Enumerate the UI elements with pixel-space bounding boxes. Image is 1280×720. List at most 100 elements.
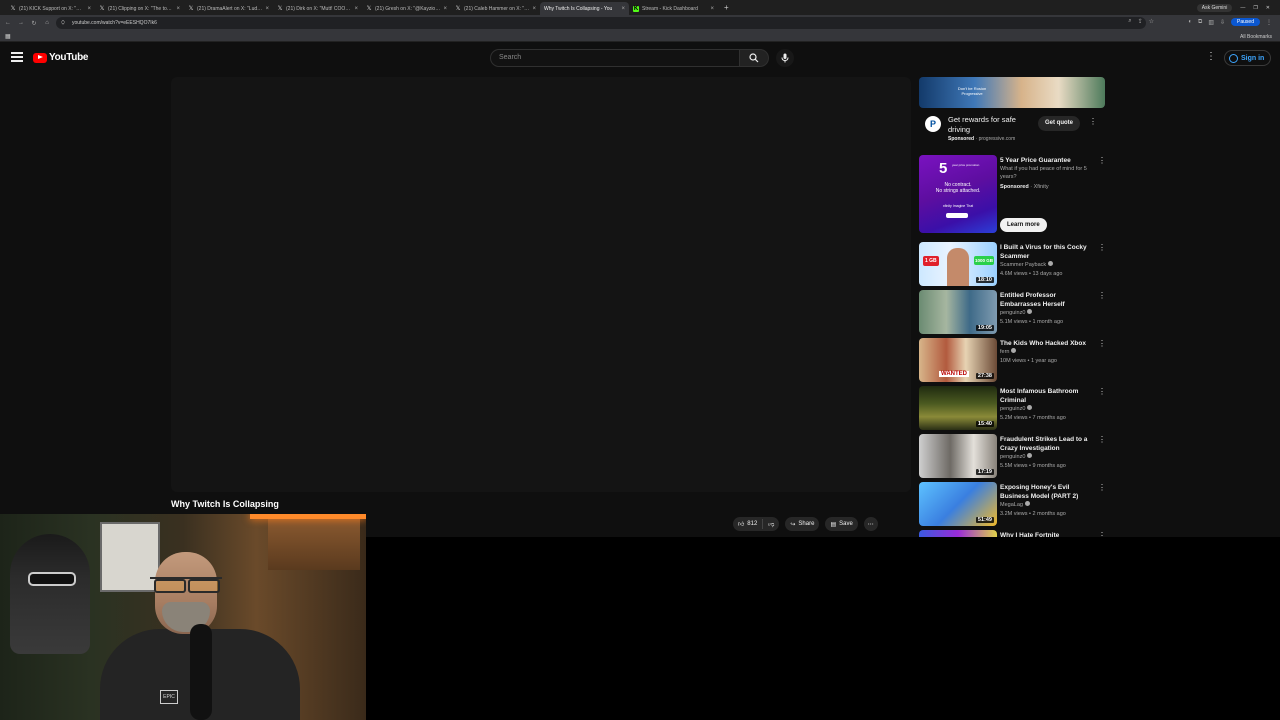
- reload-icon[interactable]: ↻: [29, 20, 39, 27]
- video-thumbnail[interactable]: 19:05: [919, 290, 997, 334]
- video-options-icon[interactable]: ⋮: [1098, 435, 1106, 444]
- upload-age: 1 year ago: [1030, 358, 1057, 364]
- recommended-video[interactable]: 1 GB 1000 GB 18:10 I Built a Virus for this…: [918, 242, 1106, 288]
- promo-title[interactable]: 5 Year Price Guarantee: [1000, 157, 1092, 165]
- video-options-icon[interactable]: ⋮: [1098, 339, 1106, 348]
- maximize-icon[interactable]: ❐: [1253, 5, 1257, 11]
- close-tab-icon[interactable]: ×: [87, 6, 91, 12]
- promo-thumbnail[interactable]: 5 year price promotion No contract. No s…: [919, 155, 997, 233]
- like-button[interactable]: 👍︎ 812: [733, 519, 764, 529]
- video-title-link[interactable]: I Built a Virus for this Cocky Scammer: [1000, 243, 1092, 261]
- promo-options-icon[interactable]: ⋮: [1098, 156, 1106, 165]
- browser-tab[interactable]: 𝕏 (21) Caleb Hammer on X: "Twit ×: [451, 2, 540, 15]
- close-tab-icon[interactable]: ×: [265, 6, 269, 12]
- ad-sponsored-label: Sponsored: [948, 136, 975, 142]
- video-options-icon[interactable]: ⋮: [1098, 243, 1106, 252]
- back-icon[interactable]: ←: [3, 20, 13, 26]
- video-thumbnail[interactable]: [919, 530, 997, 537]
- video-thumbnail[interactable]: 15:40: [919, 386, 997, 430]
- learn-more-button[interactable]: Learn more: [1000, 218, 1047, 232]
- channel-name[interactable]: penguinz0: [1000, 453, 1033, 460]
- video-title-link[interactable]: Most Infamous Bathroom Criminal: [1000, 387, 1092, 405]
- video-title-link[interactable]: Exposing Honey's Evil Business Model (PA…: [1000, 483, 1092, 501]
- browser-tab[interactable]: 𝕏 (21) Clipping on X: "The top 10 ×: [95, 2, 184, 15]
- ask-gemini-button[interactable]: Ask Gemini: [1196, 3, 1233, 12]
- forward-icon[interactable]: →: [16, 20, 26, 26]
- ad-card[interactable]: Don't be Rosion Progressive P Get reward…: [918, 77, 1106, 147]
- recommended-video[interactable]: WANTED 27:38 The Kids Who Hacked Xbox fern 1…: [918, 338, 1106, 384]
- video-thumbnail[interactable]: 17:19: [919, 434, 997, 478]
- video-thumbnail[interactable]: WANTED 27:38: [919, 338, 997, 382]
- home-icon[interactable]: ⌂: [42, 20, 52, 26]
- share-button[interactable]: ↪ Share: [785, 517, 820, 531]
- video-player[interactable]: [171, 77, 911, 492]
- get-quote-button[interactable]: Get quote: [1038, 116, 1080, 131]
- profile-paused-button[interactable]: Paused: [1231, 18, 1260, 26]
- minimize-icon[interactable]: —: [1240, 5, 1245, 11]
- search-input[interactable]: Search: [490, 49, 740, 67]
- close-tab-icon[interactable]: ×: [443, 6, 447, 12]
- extensions-puzzle-icon[interactable]: ⧉: [1198, 19, 1202, 26]
- recommended-video[interactable]: 17:19 Fraudulent Strikes Lead to a Crazy …: [918, 434, 1106, 480]
- close-window-icon[interactable]: ✕: [1266, 5, 1270, 11]
- recommended-video[interactable]: 51:49 Exposing Honey's Evil Business Mode…: [918, 482, 1106, 528]
- channel-name[interactable]: MegaLag: [1000, 501, 1030, 508]
- sign-in-button[interactable]: Sign in: [1224, 50, 1272, 66]
- video-thumbnail[interactable]: 1 GB 1000 GB 18:10: [919, 242, 997, 286]
- close-tab-icon[interactable]: ×: [710, 6, 714, 12]
- all-bookmarks-link[interactable]: All Bookmarks: [1240, 34, 1272, 40]
- close-tab-icon[interactable]: ×: [354, 6, 358, 12]
- close-tab-icon[interactable]: ×: [621, 6, 625, 12]
- promoted-video-card[interactable]: 5 year price promotion No contract. No s…: [918, 155, 1106, 235]
- ad-options-icon[interactable]: ⋮: [1089, 117, 1097, 126]
- video-title-link[interactable]: Entitled Professor Embarrasses Herself: [1000, 291, 1092, 309]
- site-info-icon[interactable]: ⛭: [61, 17, 65, 29]
- close-tab-icon[interactable]: ×: [176, 6, 180, 12]
- close-tab-icon[interactable]: ×: [532, 6, 536, 12]
- side-panel-icon[interactable]: ▥: [1208, 19, 1214, 26]
- extension-icon[interactable]: ◐: [1188, 19, 1192, 25]
- video-thumbnail[interactable]: 51:49: [919, 482, 997, 526]
- channel-name[interactable]: fern: [1000, 348, 1017, 355]
- browser-tab[interactable]: 𝕏 (21) Gresh on X: "@Kayzio_ Ch ×: [362, 2, 451, 15]
- browser-menu-icon[interactable]: ⋮: [1266, 19, 1272, 26]
- ad-title[interactable]: Get rewards for safe driving: [948, 115, 1030, 134]
- tab-title: (21) Dirk on X: "Mutt! COOKS: [286, 5, 352, 12]
- share-page-icon[interactable]: ⇪: [1138, 18, 1143, 25]
- video-options-icon[interactable]: ⋮: [1098, 483, 1106, 492]
- more-options-icon[interactable]: ⋮: [1206, 51, 1216, 62]
- url-bar[interactable]: ⛭ youtube.com/watch?v=eEESHQO7Ik6: [56, 17, 1146, 29]
- video-options-icon[interactable]: ⋮: [1098, 291, 1106, 300]
- menu-icon[interactable]: [11, 52, 23, 62]
- more-actions-button[interactable]: ⋯: [863, 517, 878, 531]
- channel-name[interactable]: penguinz0: [1000, 309, 1033, 316]
- youtube-logo[interactable]: YouTube: [33, 52, 89, 63]
- video-options-icon[interactable]: ⋮: [1098, 531, 1106, 537]
- channel-name[interactable]: Scammer Payback: [1000, 261, 1054, 268]
- bookmark-star-icon[interactable]: ☆: [1149, 18, 1154, 25]
- save-button[interactable]: ▤ Save: [825, 517, 858, 531]
- channel-name[interactable]: penguinz0: [1000, 405, 1033, 412]
- tab-title: (21) Gresh on X: "@Kayzio_ Ch: [375, 5, 441, 12]
- browser-tab[interactable]: Why Twitch Is Collapsing - You ×: [540, 2, 629, 15]
- voice-search-button[interactable]: [776, 49, 794, 67]
- zoom-icon[interactable]: ⌕: [1128, 18, 1131, 25]
- browser-tab[interactable]: 𝕏 (21) KICK Support on X: "@anc ×: [6, 2, 95, 15]
- browser-tab[interactable]: 𝕏 (21) Dirk on X: "Mutt! COOKS ×: [273, 2, 362, 15]
- dislike-button[interactable]: 👎︎: [763, 520, 779, 528]
- recommended-video[interactable]: 19:05 Entitled Professor Embarrasses Hers…: [918, 290, 1106, 336]
- search-button[interactable]: [740, 49, 769, 67]
- browser-tab[interactable]: 𝕏 (21) DramaAlert on X: "Ludwig ×: [184, 2, 273, 15]
- recommended-video[interactable]: 15:40 Most Infamous Bathroom Criminal peng…: [918, 386, 1106, 432]
- promo-description: What if you had peace of mind for 5 year…: [1000, 166, 1087, 180]
- browser-tab[interactable]: K Stream - Kick Dashboard ×: [629, 2, 718, 15]
- video-title-link[interactable]: The Kids Who Hacked Xbox: [1000, 339, 1092, 348]
- new-tab-button[interactable]: +: [724, 3, 729, 12]
- download-icon[interactable]: ⇩: [1220, 19, 1225, 26]
- video-title-link[interactable]: Why I Hate Fortnite: [1000, 531, 1092, 537]
- apps-grid-icon[interactable]: ▦: [5, 33, 11, 40]
- video-title-link[interactable]: Fraudulent Strikes Lead to a Crazy Inves…: [1000, 435, 1092, 453]
- ad-banner-image[interactable]: Don't be Rosion Progressive: [919, 77, 1105, 108]
- video-options-icon[interactable]: ⋮: [1098, 387, 1106, 396]
- recommended-video[interactable]: Why I Hate Fortnite ⋮: [918, 530, 1106, 537]
